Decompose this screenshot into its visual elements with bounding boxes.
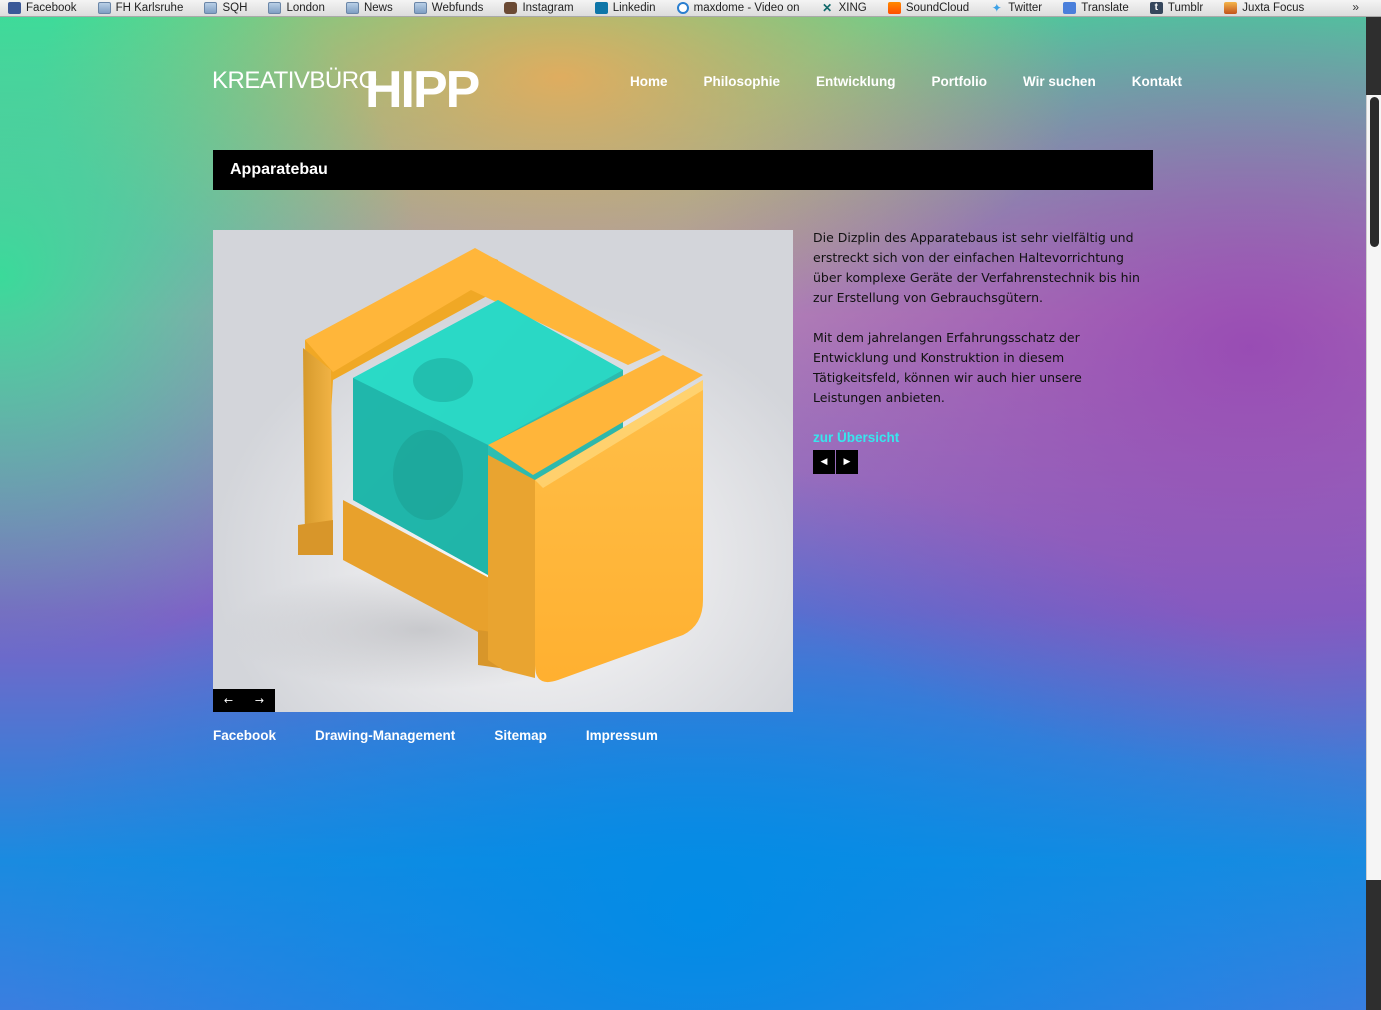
translate-icon (1063, 2, 1077, 14)
bookmarks-bar: Facebook FH Karlsruhe SQH London News We… (0, 0, 1381, 17)
maxdome-icon (676, 2, 689, 14)
footer-link-facebook[interactable]: Facebook (213, 728, 276, 743)
soundcloud-icon (887, 2, 901, 14)
bookmark-label: Linkedin (612, 2, 656, 14)
description-paragraph-2: Mit dem jahrelangen Erfahrungsschatz der… (813, 330, 1082, 405)
bookmark-facebook[interactable]: Facebook (8, 0, 77, 16)
folder-icon (204, 2, 218, 14)
bookmark-label: Translate (1081, 2, 1129, 14)
page-viewport: KREATIVBÜRO HIPP Home Philosophie Entwic… (0, 17, 1366, 1010)
project-description: Die Dizplin des Apparatebaus ist sehr vi… (813, 228, 1153, 448)
bookmark-linkedin[interactable]: Linkedin (594, 0, 656, 16)
pager-prev-button[interactable]: ◀ (813, 450, 835, 474)
scrollbar-thumb[interactable] (1370, 97, 1379, 247)
nav-item-kontakt[interactable]: Kontakt (1132, 74, 1182, 89)
footer-link-sitemap[interactable]: Sitemap (494, 728, 547, 743)
slider-prev-arrow-icon[interactable]: ← (224, 694, 233, 707)
instagram-icon (504, 2, 518, 14)
nav-item-entwicklung[interactable]: Entwicklung (816, 74, 896, 89)
bookmark-london[interactable]: London (268, 0, 325, 16)
nav-item-philosophie[interactable]: Philosophie (704, 74, 781, 89)
tumblr-icon: t (1149, 2, 1163, 14)
bookmark-label: SoundCloud (905, 2, 970, 14)
bookmark-translate[interactable]: Translate (1063, 0, 1129, 16)
bookmarks-overflow-chevron-icon[interactable]: » (1352, 0, 1359, 14)
page-title: Apparatebau (230, 161, 328, 178)
footer-link-impressum[interactable]: Impressum (586, 728, 658, 743)
bookmark-news[interactable]: News (345, 0, 393, 16)
main-nav: Home Philosophie Entwicklung Portfolio W… (630, 74, 1182, 89)
folder-icon (345, 2, 359, 14)
bookmark-label: Twitter (1008, 2, 1043, 14)
bookmark-label: XING (838, 2, 867, 14)
bookmark-label: Tumblr (1167, 2, 1204, 14)
bookmark-instagram[interactable]: Instagram (504, 0, 574, 16)
window-scrollbar[interactable] (1366, 17, 1381, 1010)
footer-links: Facebook Drawing-Management Sitemap Impr… (213, 728, 697, 743)
nav-item-wir-suchen[interactable]: Wir suchen (1023, 74, 1096, 89)
linkedin-icon (594, 2, 608, 14)
project-pager: ◀ ▶ (813, 450, 859, 474)
description-paragraph-1: Die Dizplin des Apparatebaus ist sehr vi… (813, 230, 1140, 305)
nav-item-home[interactable]: Home (630, 74, 668, 89)
bookmark-sqh[interactable]: SQH (204, 0, 247, 16)
bookmark-maxdome[interactable]: maxdome - Video on (676, 0, 800, 16)
nav-item-portfolio[interactable]: Portfolio (932, 74, 988, 89)
bookmark-label: maxdome - Video on (693, 2, 800, 14)
bookmark-label: Instagram (522, 2, 574, 14)
folder-icon (268, 2, 282, 14)
slider-controls: ← → (213, 689, 275, 712)
bookmark-juxta-focus[interactable]: Juxta Focus (1224, 0, 1304, 16)
bookmark-label: SQH (222, 2, 248, 14)
footer-link-drawing-management[interactable]: Drawing-Management (315, 728, 455, 743)
facebook-icon (8, 2, 21, 14)
folder-icon (413, 2, 427, 14)
pager-next-button[interactable]: ▶ (836, 450, 858, 474)
bookmark-label: Facebook (26, 2, 77, 14)
project-image-slider: ← → (213, 230, 793, 712)
page-title-bar: Apparatebau (213, 150, 1153, 190)
xing-icon: ✕ (822, 1, 833, 15)
bookmark-webfunds[interactable]: Webfunds (413, 0, 484, 16)
bookmark-xing[interactable]: ✕ XING (821, 0, 867, 16)
juxta-icon (1224, 2, 1238, 14)
slider-next-arrow-icon[interactable]: → (255, 694, 264, 707)
logo-name: HIPP (365, 61, 480, 119)
overview-link[interactable]: zur Übersicht (813, 428, 899, 448)
bookmark-soundcloud[interactable]: SoundCloud (887, 0, 970, 16)
logo-prefix: KREATIVBÜRO (212, 67, 377, 94)
folder-icon (97, 2, 111, 14)
bookmark-label: News (363, 2, 393, 14)
bookmark-label: London (286, 2, 325, 14)
bookmark-twitter[interactable]: ✦ Twitter (990, 0, 1042, 16)
bookmark-fh-karlsruhe[interactable]: FH Karlsruhe (97, 0, 184, 16)
bookmark-label: Juxta Focus (1242, 2, 1305, 14)
orange-apparatus-render (223, 248, 703, 690)
bookmark-label: Webfunds (431, 2, 484, 14)
twitter-icon: ✦ (991, 1, 1002, 15)
bookmark-label: FH Karlsruhe (115, 2, 184, 14)
bookmark-tumblr[interactable]: t Tumblr (1149, 0, 1204, 16)
